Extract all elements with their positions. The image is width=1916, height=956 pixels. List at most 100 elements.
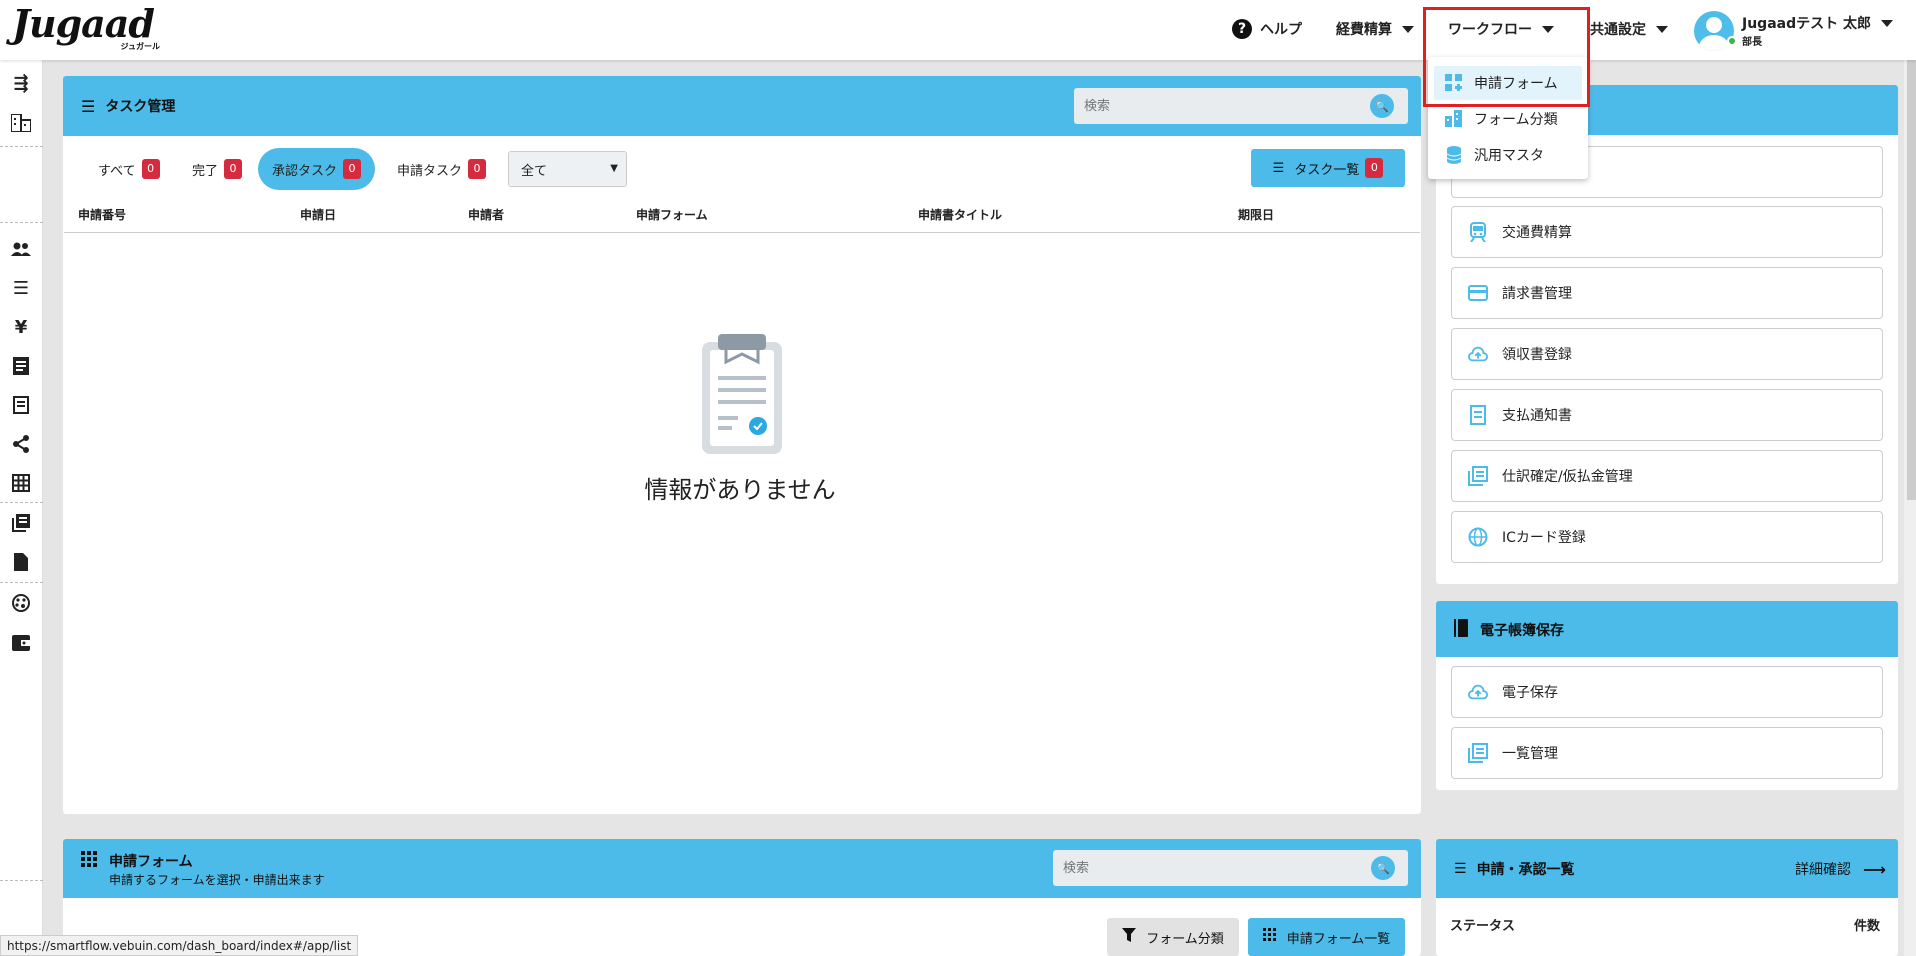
status-column-header: ステータス <box>1450 919 1516 934</box>
table-header-divider <box>64 232 1420 233</box>
search-icon[interactable]: 🔍 <box>1371 856 1395 880</box>
form-search: 🔍 <box>1053 850 1408 886</box>
menu-item-invoice-management[interactable]: 請求書管理 <box>1451 267 1883 319</box>
column-header: 申請フォーム <box>636 208 708 222</box>
task-filter-select[interactable]: 全て ▼ <box>508 151 627 187</box>
train-icon <box>1468 222 1488 242</box>
menu-item-receipt-registration[interactable]: 領収書登録 <box>1451 328 1883 380</box>
panel-header: ☰ 申請・承認一覧 詳細確認 ⟶ <box>1436 839 1898 898</box>
tab-completed[interactable]: 完了 0 <box>192 148 243 190</box>
form-grid-icon <box>1444 73 1464 93</box>
task-list-button[interactable]: ☰ タスク一覧 0 <box>1251 149 1405 187</box>
chevron-down-icon: ▼ <box>610 163 618 174</box>
share-icon[interactable] <box>10 433 32 455</box>
count-badge: 0 <box>141 159 160 179</box>
receipt-icon <box>1468 405 1488 425</box>
menu-item-form-category[interactable]: フォーム分類 <box>1434 102 1582 136</box>
list-icon: ☰ <box>1454 861 1467 877</box>
expense-label: 経費精算 <box>1336 22 1392 38</box>
help-link[interactable]: ? ヘルプ <box>1232 16 1302 42</box>
menu-item-list-management[interactable]: 一覧管理 <box>1451 727 1883 779</box>
cloud-upload-icon <box>1468 682 1488 702</box>
menu-item-label: フォーム分類 <box>1474 112 1558 128</box>
category-icon <box>1444 109 1464 129</box>
invoice-icon[interactable] <box>10 394 32 416</box>
column-header: 申請書タイトル <box>918 208 1003 222</box>
panel-title: ☰ 申請・承認一覧 <box>1454 861 1575 878</box>
user-name: Jugaadテスト 太郎 <box>1742 16 1871 32</box>
common-settings-menu-button[interactable]: 共通設定 <box>1590 16 1668 42</box>
logo-text: Jugaad <box>12 1 155 46</box>
help-label: ヘルプ <box>1260 22 1302 38</box>
palette-icon[interactable] <box>10 592 32 614</box>
common-settings-label: 共通設定 <box>1590 22 1646 38</box>
workflow-label: ワークフロー <box>1448 22 1532 38</box>
panel-title-text: タスク管理 <box>105 99 176 115</box>
user-menu-button[interactable]: Jugaadテスト 太郎 <box>1742 13 1893 33</box>
count-column-header: 件数 <box>1854 919 1881 934</box>
expense-menu-button[interactable]: 経費精算 <box>1336 16 1414 42</box>
count-badge: 0 <box>1365 158 1384 178</box>
form-list-button[interactable]: 申請フォーム一覧 <box>1248 918 1405 956</box>
grid-dots-icon <box>1262 928 1277 946</box>
logo-subtext: ジュガール <box>120 42 160 51</box>
document-icon[interactable] <box>10 551 32 573</box>
caret-down-icon <box>1402 25 1414 33</box>
menu-item-journal-confirmation[interactable]: 仕訳確定/仮払金管理 <box>1451 450 1883 502</box>
workflow-dropdown: 申請フォーム フォーム分類 汎用マスタ <box>1428 57 1588 179</box>
menu-item-general-master[interactable]: 汎用マスタ <box>1434 138 1582 172</box>
tab-all[interactable]: すべて 0 <box>98 148 160 190</box>
panel-title: 電子帳簿保存 <box>1454 619 1564 641</box>
menu-item-electronic-storage[interactable]: 電子保存 <box>1451 666 1883 718</box>
company-icon[interactable] <box>10 112 32 134</box>
task-search: 🔍 <box>1074 88 1408 124</box>
count-badge: 0 <box>224 159 243 179</box>
panel-title: ☰ タスク管理 <box>81 96 175 116</box>
form-search-input[interactable] <box>1053 850 1408 886</box>
wallet-icon[interactable] <box>10 632 32 654</box>
caret-down-icon <box>1656 25 1668 33</box>
column-header: 申請日 <box>300 208 337 222</box>
yen-icon[interactable]: ¥ <box>10 316 32 338</box>
menu-item-payment-notice[interactable]: 支払通知書 <box>1451 389 1883 441</box>
list-icon[interactable]: ☰ <box>10 277 32 299</box>
column-header: 申請番号 <box>78 208 127 222</box>
logo[interactable]: Jugaad ジュガール <box>12 4 164 52</box>
top-bar: Jugaad ジュガール ? ヘルプ 経費精算 ワークフロー 共通設定 Juga… <box>0 0 1916 60</box>
search-icon[interactable]: 🔍 <box>1370 94 1394 118</box>
detail-link[interactable]: 詳細確認 ⟶ <box>1795 859 1886 879</box>
help-icon: ? <box>1232 19 1252 39</box>
form-category-button[interactable]: フォーム分類 <box>1107 918 1239 956</box>
list-icon: ☰ <box>1272 160 1285 176</box>
grid-icon[interactable] <box>10 472 32 494</box>
expand-menu-icon[interactable]: ⇶ <box>10 72 32 94</box>
cloud-upload-icon <box>1468 344 1488 364</box>
menu-item-ic-card-registration[interactable]: ICカード登録 <box>1451 511 1883 563</box>
panel-header: ☰ タスク管理 🔍 <box>63 76 1421 136</box>
users-icon[interactable] <box>10 238 32 260</box>
scrollbar[interactable] <box>1907 60 1916 500</box>
panel-title: 申請フォーム <box>81 851 193 871</box>
approval-list-panel: ☰ 申請・承認一覧 詳細確認 ⟶ ステータス 件数 <box>1436 839 1898 956</box>
panel-header: 電子帳簿保存 <box>1436 601 1898 657</box>
online-status-dot <box>1727 36 1737 46</box>
library-icon[interactable] <box>10 512 32 534</box>
empty-message: 情報がありません <box>644 476 836 504</box>
tab-application-task[interactable]: 申請タスク 0 <box>397 148 487 190</box>
tab-approval-task[interactable]: 承認タスク 0 <box>258 148 376 190</box>
caret-down-icon <box>1542 25 1554 33</box>
menu-item-transport-expense[interactable]: 交通費精算 <box>1451 206 1883 258</box>
column-header: 期限日 <box>1238 208 1275 222</box>
credit-card-icon <box>1468 283 1488 303</box>
menu-item-application-form[interactable]: 申請フォーム <box>1434 66 1582 100</box>
column-header: 申請者 <box>468 208 505 222</box>
workflow-menu-button[interactable]: ワークフロー <box>1448 16 1554 42</box>
status-bar-url: https://smartflow.vebuin.com/dash_board/… <box>0 935 359 956</box>
book-icon <box>1454 619 1468 641</box>
task-search-input[interactable] <box>1074 88 1408 124</box>
globe-icon <box>1468 527 1488 547</box>
arrow-right-icon: ⟶ <box>1863 859 1886 879</box>
count-badge: 0 <box>468 159 487 179</box>
receipt-icon[interactable] <box>10 355 32 377</box>
filter-icon <box>1122 928 1137 946</box>
